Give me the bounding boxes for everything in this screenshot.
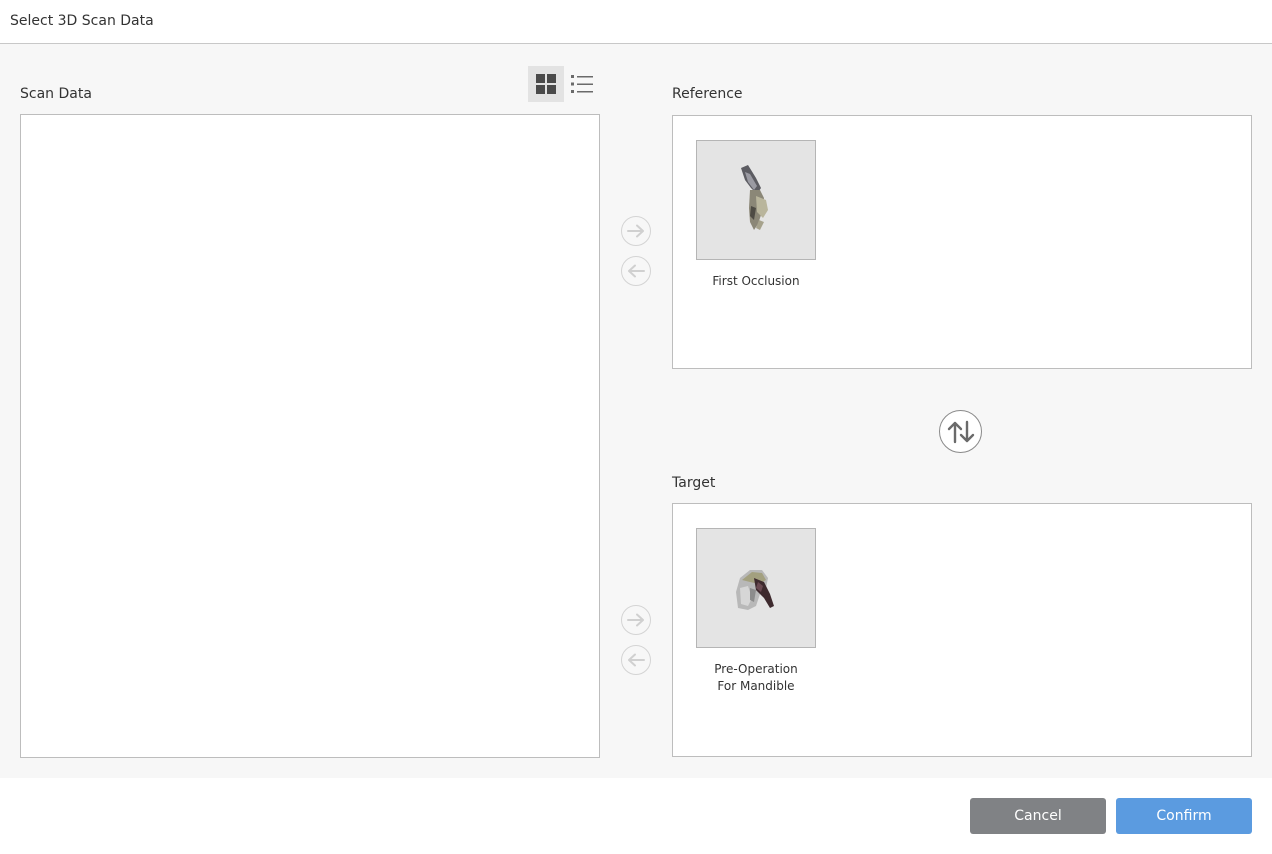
cancel-button[interactable]: Cancel (970, 798, 1106, 834)
scan-caption: Pre-Operation For Mandible (714, 662, 798, 693)
reference-scan-item[interactable]: First Occlusion (696, 140, 816, 290)
dialog-footer: Cancel Confirm (0, 778, 1272, 854)
move-to-reference-button[interactable] (621, 216, 651, 246)
target-panel[interactable]: Pre-Operation For Mandible (672, 503, 1252, 757)
scan-data-label: Scan Data (20, 86, 92, 102)
dialog-body: Scan Data Reference First Occlusion Targ… (0, 44, 1272, 778)
occlusion-scan-thumbnail (741, 165, 768, 230)
scan-caption: First Occlusion (712, 274, 800, 288)
dialog-title: Select 3D Scan Data (10, 13, 154, 29)
remove-from-target-button[interactable] (621, 645, 651, 675)
reference-panel[interactable]: First Occlusion (672, 115, 1252, 369)
list-view-icon (571, 75, 593, 93)
scan-thumbnail (696, 528, 816, 648)
swap-reference-target-button[interactable] (939, 410, 982, 453)
remove-from-reference-button[interactable] (621, 256, 651, 286)
grid-view-icon (536, 74, 556, 94)
reference-label: Reference (672, 86, 743, 102)
arrow-left-icon (628, 653, 645, 667)
swap-vertical-icon (947, 420, 974, 443)
scan-data-list[interactable] (20, 114, 600, 758)
confirm-button[interactable]: Confirm (1116, 798, 1252, 834)
arrow-left-icon (628, 264, 645, 278)
list-view-button[interactable] (564, 66, 600, 102)
move-to-target-button[interactable] (621, 605, 651, 635)
dialog-title-bar: Select 3D Scan Data (0, 0, 1272, 44)
arrow-right-icon (627, 613, 644, 627)
target-label: Target (672, 475, 716, 491)
target-scan-item[interactable]: Pre-Operation For Mandible (696, 528, 816, 695)
scan-thumbnail (696, 140, 816, 260)
arrow-right-icon (627, 224, 644, 238)
mandible-scan-thumbnail (736, 570, 774, 610)
grid-view-button[interactable] (528, 66, 564, 102)
